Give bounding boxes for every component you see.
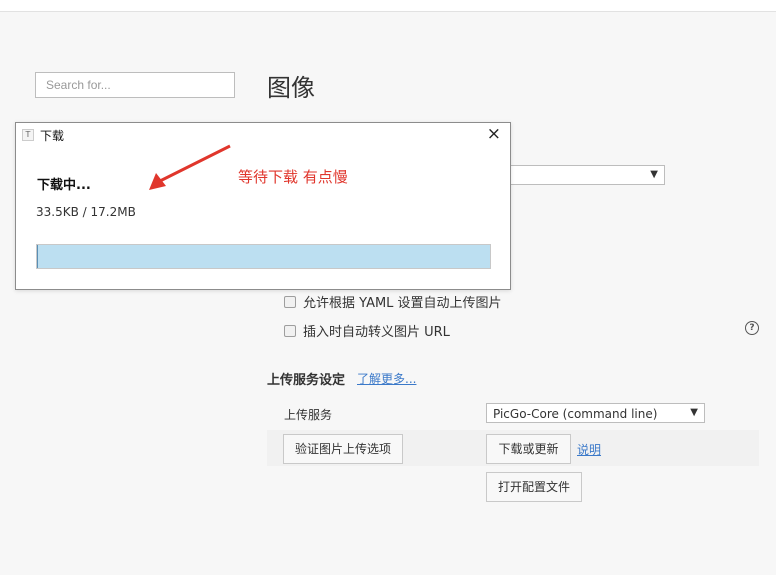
learn-more-link[interactable]: 了解更多... [357,370,416,387]
annotation-arrow-icon [149,144,231,190]
auto-upload-yaml-option[interactable]: 允许根据 YAML 设置自动上传图片 [284,292,502,311]
escape-url-option[interactable]: 插入时自动转义图片 URL [284,321,450,340]
auto-upload-yaml-label: 允许根据 YAML 设置自动上传图片 [303,296,502,311]
upload-service-value: PicGo-Core (command line) [493,407,658,421]
dropdown-arrow-icon: ▼ [650,169,658,180]
download-status: 下载中... [37,178,91,193]
app-icon: T [22,129,34,141]
top-bar [0,0,776,12]
open-config-button[interactable]: 打开配置文件 [486,472,582,502]
download-dialog: T 下载 × 下载中... 33.5KB / 17.2MB [15,122,511,290]
page-title: 图像 [267,74,315,102]
dialog-title: 下载 [40,129,65,143]
upload-section-title: 上传服务设定 [267,373,346,388]
escape-url-checkbox[interactable] [284,324,296,337]
close-icon[interactable]: × [487,124,501,144]
download-update-button[interactable]: 下载或更新 [486,434,571,464]
progress-fill [37,245,490,268]
auto-upload-yaml-checkbox[interactable] [284,295,296,308]
dropdown-arrow-icon: ▼ [690,407,698,418]
search-input[interactable] [35,72,235,98]
download-progress-bar [36,244,491,269]
partially-hidden-select[interactable]: ▼ [505,165,665,185]
help-icon[interactable]: ? [745,321,759,335]
annotation-text: 等待下载 有点慢 [238,168,348,186]
escape-url-label: 插入时自动转义图片 URL [303,325,450,340]
upload-service-select[interactable]: PicGo-Core (command line) ▼ [486,403,705,423]
explain-link[interactable]: 说明 [577,441,601,458]
download-progress-text: 33.5KB / 17.2MB [36,205,136,219]
upload-service-label: 上传服务 [284,408,333,422]
verify-upload-button[interactable]: 验证图片上传选项 [283,434,403,464]
